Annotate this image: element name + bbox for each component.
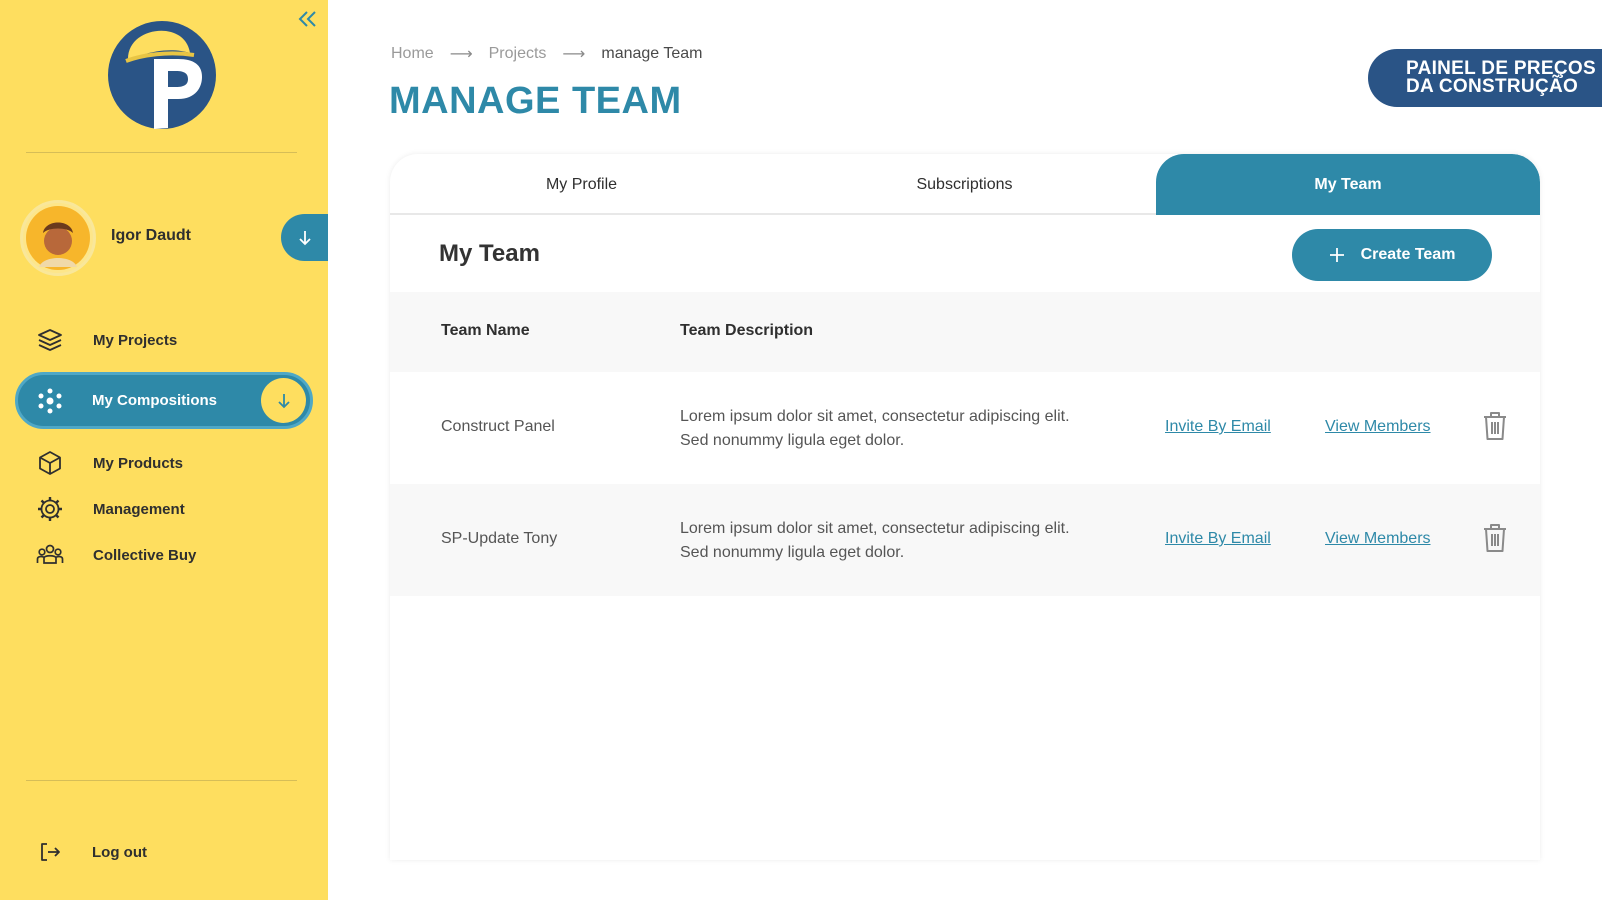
sidebar-item-my-projects[interactable]: My Projects bbox=[0, 320, 328, 360]
brand-badge-line2: DA CONSTRUÇÃO bbox=[1406, 76, 1579, 97]
tab-my-profile[interactable]: My Profile bbox=[390, 154, 773, 215]
column-header-team-description: Team Description bbox=[680, 322, 814, 339]
invite-by-email-link[interactable]: Invite By Email bbox=[1165, 418, 1271, 436]
sidebar-item-label: My Compositions bbox=[92, 392, 218, 409]
sidebar-divider bbox=[26, 152, 297, 153]
table-row: SP-Update Tony Lorem ipsum dolor sit ame… bbox=[390, 484, 1540, 596]
plus-icon bbox=[1329, 248, 1344, 262]
user-name: Igor Daudt bbox=[111, 227, 191, 244]
expand-button[interactable] bbox=[261, 378, 306, 423]
team-name: Construct Panel bbox=[441, 418, 555, 435]
tab-subscriptions[interactable]: Subscriptions bbox=[773, 154, 1156, 215]
create-team-label: Create Team bbox=[1360, 246, 1456, 263]
trash-icon[interactable] bbox=[1482, 410, 1508, 442]
create-team-button[interactable]: Create Team bbox=[1292, 229, 1492, 281]
layers-icon bbox=[36, 326, 64, 354]
people-icon bbox=[36, 541, 64, 569]
team-card: My Profile Subscriptions My Team My Team… bbox=[390, 154, 1540, 860]
sidebar-item-collective-buy[interactable]: Collective Buy bbox=[0, 535, 328, 575]
painel-logo-icon[interactable] bbox=[108, 21, 216, 129]
tab-bar: My Profile Subscriptions My Team bbox=[390, 154, 1540, 215]
sidebar-item-my-products[interactable]: My Products bbox=[0, 443, 328, 483]
view-members-link[interactable]: View Members bbox=[1325, 418, 1431, 436]
logout-label: Log out bbox=[92, 843, 147, 861]
view-members-link[interactable]: View Members bbox=[1325, 530, 1431, 548]
tab-my-team[interactable]: My Team bbox=[1156, 154, 1540, 215]
breadcrumb-current: manage Team bbox=[601, 45, 703, 62]
gear-icon bbox=[36, 495, 64, 523]
sidebar: Igor Daudt My Projects My Compositions M… bbox=[0, 0, 328, 900]
arrow-right-icon: ⟶ bbox=[449, 46, 473, 63]
table-header: Team Name Team Description bbox=[390, 292, 1540, 372]
trash-icon[interactable] bbox=[1482, 522, 1508, 554]
sidebar-item-management[interactable]: Management bbox=[0, 489, 328, 529]
user-profile: Igor Daudt bbox=[0, 200, 328, 276]
breadcrumb-home[interactable]: Home bbox=[391, 45, 434, 63]
breadcrumb-projects[interactable]: Projects bbox=[489, 45, 547, 63]
logout-icon bbox=[38, 840, 62, 864]
avatar[interactable] bbox=[20, 200, 96, 276]
team-description: Lorem ipsum dolor sit amet, consectetur … bbox=[680, 408, 1070, 449]
section-title: My Team bbox=[439, 240, 540, 267]
team-name: SP-Update Tony bbox=[441, 530, 558, 547]
molecule-icon bbox=[36, 387, 64, 415]
invite-by-email-link[interactable]: Invite By Email bbox=[1165, 530, 1271, 548]
sidebar-item-label: My Projects bbox=[93, 331, 178, 349]
team-description: Lorem ipsum dolor sit amet, consectetur … bbox=[680, 520, 1070, 561]
box-icon bbox=[36, 449, 64, 477]
sidebar-item-label: My Products bbox=[93, 454, 184, 472]
arrow-down-icon bbox=[298, 230, 311, 245]
page-title: MANAGE TEAM bbox=[389, 80, 682, 122]
double-chevron-left-icon[interactable] bbox=[296, 8, 320, 30]
brand-badge: PAINEL DE PREÇOS DA CONSTRUÇÃO bbox=[1368, 49, 1602, 107]
column-header-team-name: Team Name bbox=[441, 322, 530, 339]
user-menu-toggle[interactable] bbox=[281, 214, 328, 261]
logout-button[interactable]: Log out bbox=[0, 832, 328, 872]
sidebar-item-label: Management bbox=[93, 500, 185, 518]
arrow-down-icon bbox=[277, 393, 290, 408]
breadcrumb: Home ⟶ Projects ⟶ manage Team bbox=[391, 44, 702, 64]
sidebar-divider bbox=[26, 780, 297, 781]
table-row: Construct Panel Lorem ipsum dolor sit am… bbox=[390, 372, 1540, 484]
arrow-right-icon: ⟶ bbox=[562, 46, 586, 63]
sidebar-item-my-compositions[interactable]: My Compositions bbox=[15, 372, 313, 429]
sidebar-item-label: Collective Buy bbox=[93, 546, 197, 564]
